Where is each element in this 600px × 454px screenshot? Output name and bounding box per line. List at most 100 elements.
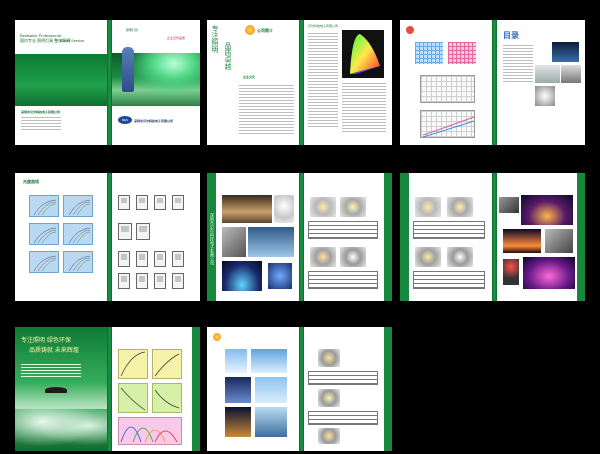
street-light-photo-1 — [225, 349, 247, 373]
rail-text: 深圳市贝尔科技电子有限公司 — [210, 213, 215, 265]
page-contents-left — [400, 20, 492, 145]
intro-calligraphy-b: 品质卓越 — [224, 42, 232, 70]
cert-6 — [136, 223, 150, 240]
curve-card-4 — [63, 223, 93, 245]
curve-card-line — [72, 229, 91, 244]
page-green-left: 专注照明 绿色环保 品质铸就 未来辉煌 — [15, 327, 107, 451]
spec-chart-2 — [420, 110, 475, 138]
curve-card-line — [72, 257, 91, 272]
p3-paragraph-2 — [342, 82, 386, 132]
cert-11 — [118, 273, 130, 289]
spec-chart-1 — [420, 75, 475, 103]
products-a-rail: 深圳市贝尔科技电子有限公司 — [207, 173, 216, 301]
spotlight-photo — [222, 227, 246, 257]
outdoor-led-2 — [318, 389, 340, 407]
intro-sub: 企业文化 — [243, 75, 256, 79]
outdoor-icon — [213, 333, 221, 341]
spectrum-curve-4 — [154, 389, 180, 409]
intro-text-block — [239, 84, 294, 134]
front-cover: 照明灯具 企业宣传画册 BES 深圳市贝尔科技电子有限公司 — [112, 20, 200, 145]
contents-list — [503, 44, 533, 84]
curve-card-svg — [68, 255, 91, 272]
p3-paragraph — [308, 32, 338, 127]
page-products-a-left — [216, 173, 299, 301]
interior-photo — [222, 195, 272, 223]
room-photo — [248, 227, 294, 257]
cert-5 — [118, 223, 132, 240]
led-module-7 — [415, 247, 441, 267]
curve-card-6 — [63, 251, 93, 273]
mountain-mist — [15, 409, 107, 451]
outdoor-table-2 — [308, 411, 378, 425]
fixture-photo — [268, 263, 292, 289]
projector-photo — [545, 229, 573, 253]
spread-contents: 目录 — [400, 20, 585, 145]
cie-chart-svg — [350, 34, 380, 74]
contents-photo-2 — [535, 65, 560, 83]
street-light-photo-3 — [225, 377, 251, 403]
spec-chart-2-svg — [422, 116, 475, 138]
spectrum-chart-3-svg — [120, 387, 146, 411]
spec-grid-blue — [415, 42, 443, 64]
curve-b — [422, 120, 475, 138]
p3-heading: 贝尔科技电子有限公司 — [308, 24, 339, 28]
page-products-a-right — [304, 173, 384, 301]
curve-card-svg — [68, 227, 91, 244]
curve-a — [422, 116, 475, 136]
spectrum-curve-1 — [120, 351, 146, 377]
spectrum-chart-3 — [118, 383, 148, 413]
led-module-3 — [310, 247, 336, 267]
cie-gamut — [350, 34, 380, 74]
outdoor-led-1 — [318, 349, 340, 367]
spectrum-curve-2 — [154, 353, 180, 377]
green-calligraphy-b: 品质铸就 未来辉煌 — [29, 347, 79, 354]
spread-curves: 光度曲线 — [15, 173, 200, 301]
cert-14 — [172, 273, 184, 289]
products-b-rail — [400, 173, 409, 301]
spread-products-b — [400, 173, 585, 301]
cert-1 — [118, 195, 130, 210]
back-cover-green-band — [15, 54, 107, 106]
cover-tagline-top: 照明灯具 — [126, 28, 139, 32]
cie-chart — [342, 30, 384, 78]
page-outdoor-left — [207, 327, 299, 451]
spectrum-chart-4 — [152, 383, 182, 413]
stand-light-photo — [503, 259, 519, 285]
curve-card-line — [41, 231, 57, 244]
cover-tagline-right: 企业宣传画册 — [167, 36, 186, 40]
spec-grid-pink — [448, 42, 476, 64]
outdoor-led-3 — [318, 428, 340, 444]
curve-card-svg — [33, 227, 57, 244]
city-night-photo — [521, 195, 573, 225]
cert-12 — [136, 273, 148, 289]
intro-badge: 公司简介 — [257, 28, 273, 33]
contents-heading: 目录 — [503, 31, 519, 40]
curve-card-1 — [29, 195, 59, 217]
curve-card-line — [72, 201, 91, 216]
page-contents-right: 目录 — [497, 20, 585, 145]
products-a-rail-right — [384, 173, 392, 301]
back-cover-company: 深圳市贝尔科技电子有限公司 — [21, 110, 61, 114]
curve-card-line — [76, 259, 91, 272]
spread-intro: 公司简介 专注照明 品质卓越 企业文化 贝尔科技电子有限公司 — [207, 20, 392, 145]
curve-card-3 — [29, 223, 59, 245]
cert-2 — [136, 195, 148, 210]
cover-company: 深圳市贝尔科技电子有限公司 — [134, 119, 174, 123]
contents-icon — [406, 26, 414, 34]
spread-products-a: 深圳市贝尔科技电子有限公司 — [207, 173, 392, 301]
spectrum-chart-4-svg — [154, 389, 180, 409]
lamp-post-photo — [255, 407, 287, 437]
back-cover: Bestsailor Professional 国内专业 照明灯具 整体照明 G… — [15, 20, 107, 145]
spectrum-wide-svg — [120, 426, 178, 443]
curve-card-svg — [33, 255, 57, 272]
page-green-right — [112, 327, 192, 451]
led-module-6 — [447, 197, 473, 217]
intro-calligraphy-a: 专注照明 — [211, 25, 219, 53]
peak-red — [154, 430, 178, 443]
cover-figure — [122, 47, 134, 92]
cover-logo-text: BES — [121, 118, 128, 122]
contents-photo-4 — [535, 86, 555, 106]
curve-card-line — [76, 231, 91, 244]
led-module-2 — [340, 197, 366, 217]
cert-7 — [118, 251, 130, 267]
